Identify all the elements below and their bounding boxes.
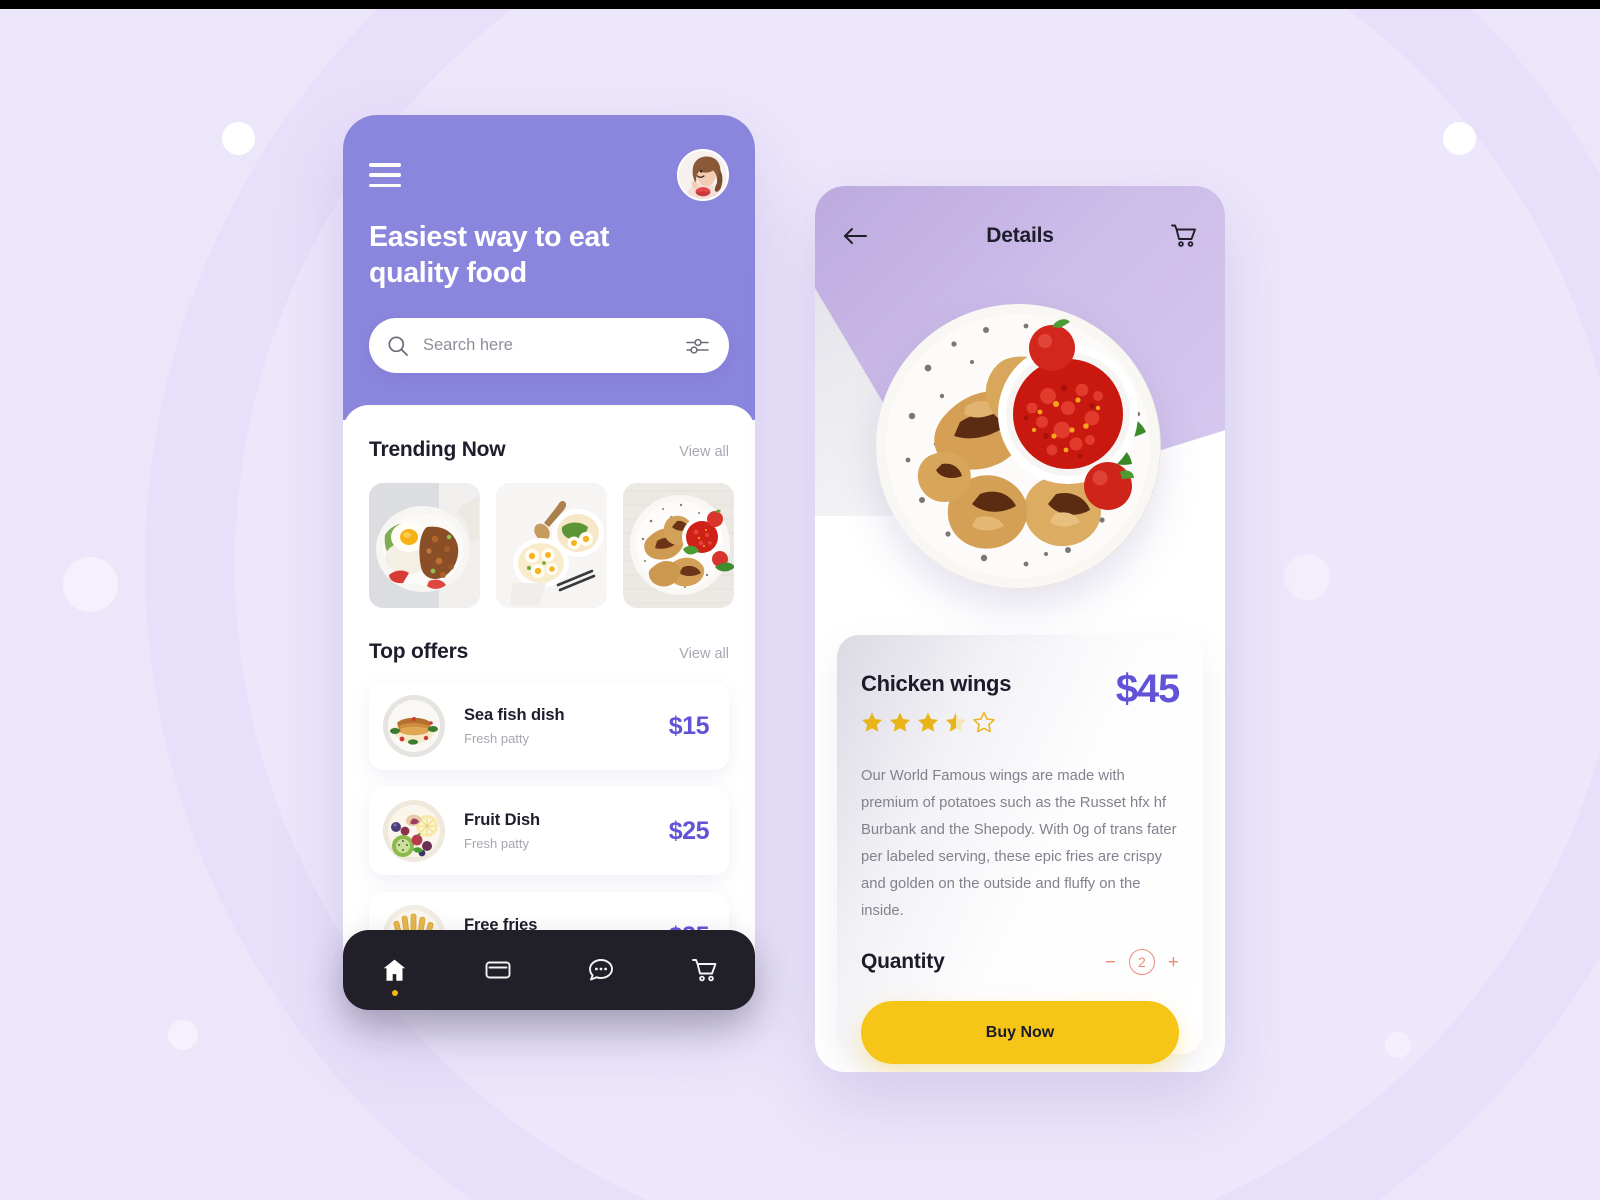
offers-section-header: Top offers View all <box>369 640 729 664</box>
avatar[interactable] <box>677 149 729 201</box>
details-screen-mockup: Details Chicken wings $45 Our World Famo… <box>815 186 1225 1072</box>
arrow-left-icon[interactable] <box>841 221 871 251</box>
decorative-dot <box>1385 1032 1411 1058</box>
star-icon-filled <box>918 712 938 732</box>
cart-icon[interactable] <box>1169 221 1199 251</box>
home-header: Easiest way to eat quality food <box>343 115 755 420</box>
card-icon <box>485 961 510 979</box>
nav-item-wallet[interactable] <box>470 942 526 998</box>
offer-price: $15 <box>668 711 710 740</box>
product-name-block: Chicken wings <box>861 671 1011 733</box>
list-item[interactable]: Fruit Dish Fresh patty $25 <box>369 787 729 875</box>
offer-subtitle: Fresh patty <box>464 731 530 746</box>
home-screen-mockup: Easiest way to eat quality food Trending… <box>343 115 755 1010</box>
nav-item-cart[interactable] <box>676 942 732 998</box>
quantity-label: Quantity <box>861 950 945 974</box>
offer-name: Sea fish dish <box>464 706 565 724</box>
offer-text: Sea fish dish Fresh patty <box>445 706 669 746</box>
product-name: Chicken wings <box>861 671 1012 696</box>
product-photo <box>876 304 1161 589</box>
quantity-controls: − 2 + <box>1105 949 1179 976</box>
offer-name: Fruit Dish <box>464 811 540 829</box>
product-details-card: Chicken wings $45 Our World Famous wings… <box>837 635 1203 1065</box>
decorative-dot <box>168 1020 198 1050</box>
offer-price: $25 <box>668 816 710 845</box>
sea-fish-thumb <box>383 695 445 757</box>
star-icon-half <box>946 712 966 732</box>
product-description: Our World Famous wings are made with pre… <box>861 768 1177 920</box>
decorative-dot <box>1443 122 1476 155</box>
star-icon-filled <box>862 712 882 732</box>
filter-sliders-icon[interactable] <box>686 336 709 356</box>
chat-bubble-icon <box>588 959 613 981</box>
decorative-dot <box>222 122 255 155</box>
trending-card-row <box>369 483 734 608</box>
window-top-strip <box>0 0 1600 9</box>
nav-item-home[interactable] <box>367 942 423 998</box>
fruit-dish-thumb <box>383 800 445 862</box>
search-icon <box>388 335 408 356</box>
cart-icon <box>691 959 716 982</box>
decorative-dot <box>63 557 118 612</box>
star-icon-filled <box>890 712 910 732</box>
decorative-dot <box>1284 554 1330 600</box>
decorative-background <box>0 0 1600 1200</box>
details-header: Details <box>841 216 1199 256</box>
bottom-nav-bar <box>343 930 755 1010</box>
page-title: Easiest way to eat quality food <box>369 221 610 290</box>
rating-stars[interactable] <box>861 711 1011 733</box>
home-content-sheet: Trending Now View all Top offers View al… <box>343 405 755 1010</box>
quantity-stepper: Quantity − 2 + <box>861 949 1179 976</box>
list-item[interactable]: Sea fish dish Fresh patty $15 <box>369 682 729 770</box>
offer-text: Fruit Dish Fresh patty <box>445 811 669 851</box>
quantity-value: 2 <box>1128 949 1155 976</box>
product-name-price-row: Chicken wings $45 <box>861 667 1180 733</box>
offer-subtitle: Fresh patty <box>464 836 530 851</box>
trending-card-noodle-bowls[interactable] <box>496 483 607 608</box>
page-title: Details <box>986 224 1054 247</box>
quantity-increment-button[interactable]: + <box>1168 953 1179 972</box>
nav-item-chat[interactable] <box>573 942 629 998</box>
trending-view-all[interactable]: View all <box>679 444 729 460</box>
product-price: $45 <box>1115 667 1180 711</box>
trending-card-chicken-wings[interactable] <box>623 483 734 608</box>
trending-title: Trending Now <box>369 438 506 461</box>
offers-view-all[interactable]: View all <box>679 646 729 662</box>
search-input[interactable] <box>409 336 686 355</box>
home-icon <box>383 959 406 981</box>
home-topbar <box>369 148 729 202</box>
trending-card-rice-egg[interactable] <box>369 483 480 608</box>
star-icon-empty <box>973 711 995 733</box>
search-bar[interactable] <box>369 318 729 373</box>
quantity-decrement-button[interactable]: − <box>1105 953 1116 972</box>
trending-section-header: Trending Now View all <box>369 438 729 462</box>
buy-now-button[interactable]: Buy Now <box>861 1001 1179 1065</box>
nav-active-dot <box>391 990 398 996</box>
offers-title: Top offers <box>369 640 469 663</box>
hamburger-icon[interactable] <box>369 163 401 187</box>
